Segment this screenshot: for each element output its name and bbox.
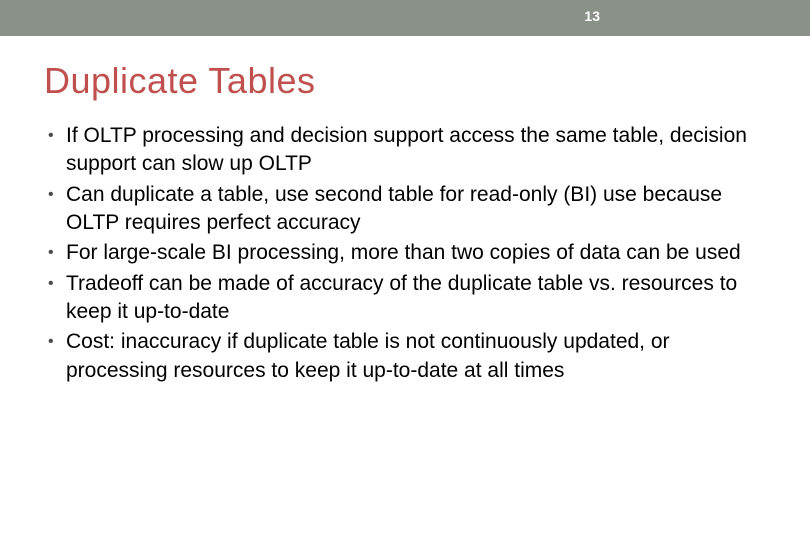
slide-content: Duplicate Tables If OLTP processing and … xyxy=(0,36,810,385)
bullet-item: Cost: inaccuracy if duplicate table is n… xyxy=(48,328,770,385)
header-bar: 13 xyxy=(0,0,810,36)
bullet-item: Can duplicate a table, use second table … xyxy=(48,181,770,238)
bullet-item: For large-scale BI processing, more than… xyxy=(48,239,770,267)
page-number: 13 xyxy=(584,8,600,24)
slide-title: Duplicate Tables xyxy=(44,60,770,102)
bullet-item: Tradeoff can be made of accuracy of the … xyxy=(48,270,770,327)
bullet-list: If OLTP processing and decision support … xyxy=(44,122,770,385)
bullet-item: If OLTP processing and decision support … xyxy=(48,122,770,179)
